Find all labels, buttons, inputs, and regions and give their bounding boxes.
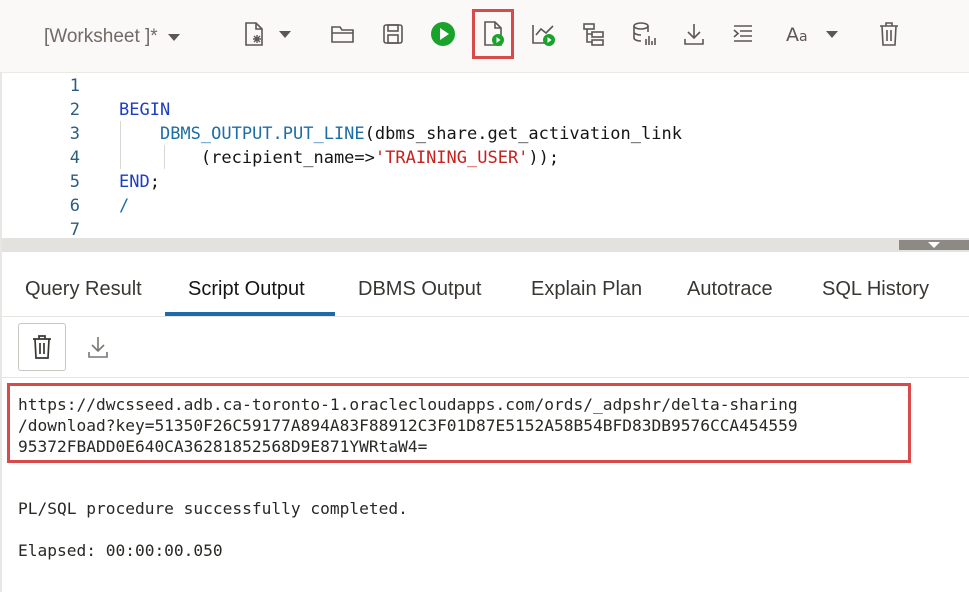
output-elapsed: Elapsed: 00:00:00.050 (18, 541, 223, 560)
splitter-handle[interactable] (899, 240, 969, 250)
download-output-button[interactable] (82, 330, 114, 364)
autotrace-button[interactable] (576, 16, 612, 52)
toolbar: [Worksheet ]* A a (0, 0, 969, 72)
svg-text:a: a (799, 29, 808, 45)
sql-tuning-button[interactable] (626, 16, 662, 52)
result-tabs: Query Result Script Output DBMS Output E… (0, 262, 969, 317)
tab-sql-history[interactable]: SQL History (822, 278, 929, 301)
output-url-line: https://dwcsseed.adb.ca-toronto-1.oracle… (18, 395, 798, 414)
tab-autotrace[interactable]: Autotrace (687, 278, 773, 301)
line-number: 7 (69, 220, 80, 240)
tab-dbms-output[interactable]: DBMS Output (358, 278, 481, 301)
function-name: DBMS_OUTPUT.PUT_LINE (159, 124, 365, 144)
open-button[interactable] (325, 16, 361, 52)
line-number: 6 (69, 196, 80, 216)
line-number: 4 (69, 148, 80, 168)
worksheet-label: [Worksheet ]* (44, 26, 158, 47)
line-number-gutter: 1 2 3 4 5 6 7 (0, 73, 100, 241)
chevron-down-icon (167, 33, 180, 41)
font-size-icon: A a (786, 24, 808, 46)
format-button[interactable] (725, 16, 761, 52)
output-url-line: /download?key=51350F26C59177A894A83F8891… (18, 416, 798, 435)
code-line-5: END; (119, 172, 160, 192)
keyword: END (119, 172, 150, 192)
line-number: 1 (69, 76, 80, 96)
svg-text:A: A (786, 24, 799, 46)
line-number: 5 (69, 172, 80, 192)
font-size-chevron-icon[interactable] (826, 31, 838, 38)
string-literal: 'TRAINING_USER' (374, 148, 529, 168)
tab-explain-plan[interactable]: Explain Plan (531, 278, 642, 301)
download-icon (88, 337, 108, 358)
code-text: )); (528, 148, 560, 168)
chevron-down-icon (928, 242, 940, 248)
download-button[interactable] (676, 16, 712, 52)
format-icon (733, 25, 752, 42)
new-file-button[interactable] (236, 16, 272, 52)
save-icon (383, 24, 403, 44)
font-size-button[interactable]: A a (782, 16, 818, 52)
run-script-highlight (472, 9, 514, 59)
sql-tuning-icon (633, 22, 656, 45)
tab-query-result[interactable]: Query Result (25, 278, 142, 301)
code-line-3: DBMS_OUTPUT.PUT_LINE(dbms_share.get_acti… (119, 124, 682, 144)
run-statement-button[interactable] (425, 16, 461, 52)
output-status: PL/SQL procedure successfully completed. (18, 499, 408, 518)
code-editor[interactable]: 1 2 3 4 5 6 7 BEGIN DBMS_OUTPUT.PUT_LINE… (0, 72, 969, 241)
code-line-6: / (119, 196, 129, 216)
code-line-2: BEGIN (119, 100, 170, 120)
line-number: 2 (69, 100, 80, 120)
code-text: (dbms_share.get_activation_link (364, 124, 682, 144)
run-statement-icon (431, 22, 455, 46)
active-tab-indicator (165, 312, 335, 316)
clear-button[interactable] (871, 16, 907, 52)
code-text: (recipient_name=> (200, 148, 375, 168)
divider (0, 377, 969, 378)
download-icon (684, 24, 704, 45)
autotrace-icon (583, 23, 604, 46)
trash-icon (33, 335, 51, 359)
tab-script-output[interactable]: Script Output (188, 278, 305, 301)
panel-splitter[interactable] (0, 238, 969, 252)
code-line-4: (recipient_name=>'TRAINING_USER')); (119, 148, 559, 168)
new-file-icon (245, 22, 263, 46)
open-folder-icon (331, 26, 354, 43)
explain-plan-button[interactable] (526, 16, 562, 52)
keyword: BEGIN (119, 100, 171, 120)
code-text: ; (149, 172, 160, 192)
save-button[interactable] (375, 16, 411, 52)
trash-icon (880, 22, 898, 46)
output-url-line: 95372FBADD0E640CA36281852568D9E871YWRtaW… (18, 437, 428, 456)
left-border (0, 72, 2, 592)
clear-output-button[interactable] (18, 323, 66, 371)
explain-plan-icon (532, 25, 555, 46)
code-text: / (119, 196, 130, 216)
worksheet-selector[interactable]: [Worksheet ]* (44, 24, 180, 50)
line-number: 3 (69, 124, 80, 144)
new-file-chevron-icon[interactable] (279, 31, 291, 38)
